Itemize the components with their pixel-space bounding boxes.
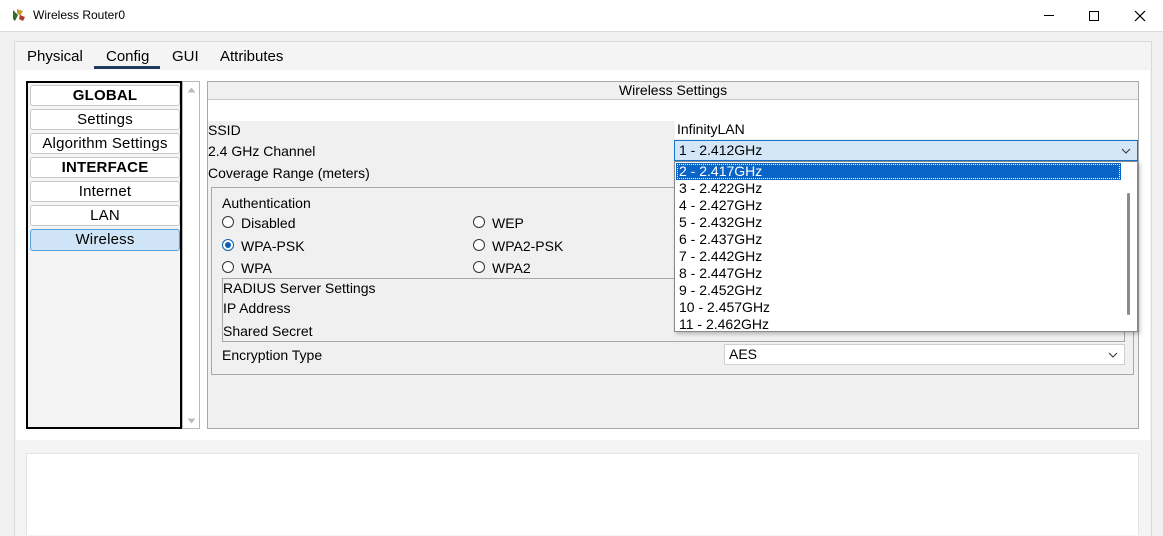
radio-wpa-psk[interactable] [222, 239, 234, 251]
sidebar-header-global[interactable]: GLOBAL [30, 85, 180, 106]
close-icon [1134, 10, 1146, 21]
encryption-type-select[interactable]: AES [724, 344, 1125, 365]
channel-option[interactable]: 7 - 2.442GHz [676, 248, 1121, 265]
sidebar-item-wireless[interactable]: Wireless [30, 229, 180, 251]
ssid-label: SSID [208, 122, 241, 138]
radio-disabled[interactable] [222, 216, 234, 228]
chevron-down-icon [1108, 352, 1118, 358]
tab-physical[interactable]: Physical [27, 47, 83, 69]
channel-label: 2.4 GHz Channel [208, 143, 316, 159]
encryption-selected-value: AES [729, 346, 758, 362]
dropdown-scrollbar-thumb[interactable] [1127, 193, 1130, 315]
channel-option[interactable]: 4 - 2.427GHz [676, 197, 1121, 214]
coverage-label: Coverage Range (meters) [208, 165, 370, 181]
scroll-up-icon[interactable] [187, 87, 196, 93]
radio-wpa2-label[interactable]: WPA2 [492, 260, 531, 276]
radio-wpa2-psk-label[interactable]: WPA2-PSK [492, 238, 563, 254]
tab-attributes[interactable]: Attributes [220, 47, 283, 69]
active-tab-indicator [94, 66, 160, 69]
channel-option[interactable]: 5 - 2.432GHz [676, 214, 1121, 231]
channel-selected-value: 1 - 2.412GHz [679, 142, 763, 158]
shared-secret-label: Shared Secret [223, 323, 313, 339]
radio-wep-label[interactable]: WEP [492, 215, 524, 231]
channel-select[interactable]: 1 - 2.412GHz [674, 140, 1138, 161]
scroll-down-icon[interactable] [187, 418, 196, 424]
maximize-button[interactable] [1071, 0, 1117, 31]
bottom-info-panel [26, 453, 1139, 535]
radio-wpa2-psk[interactable] [473, 239, 485, 251]
sidebar-item-internet[interactable]: Internet [30, 181, 180, 202]
maximize-icon [1089, 10, 1099, 21]
ip-address-label: IP Address [223, 300, 291, 316]
authentication-title: Authentication [222, 195, 311, 211]
window-title: Wireless Router0 [33, 8, 126, 22]
tab-gui[interactable]: GUI [172, 47, 199, 69]
radio-wpa[interactable] [222, 261, 234, 273]
sidebar-header-interface[interactable]: INTERFACE [30, 157, 180, 178]
radio-wep[interactable] [473, 216, 485, 228]
channel-dropdown-list[interactable]: 2 - 2.417GHz 3 - 2.422GHz 4 - 2.427GHz 5… [674, 161, 1138, 332]
chevron-down-icon [1121, 148, 1131, 154]
channel-option[interactable]: 11 - 2.462GHz [676, 316, 1121, 331]
sidebar-item-lan[interactable]: LAN [30, 205, 180, 226]
minimize-button[interactable] [1026, 0, 1072, 31]
channel-option[interactable]: 10 - 2.457GHz [676, 299, 1121, 316]
panel-spacer [208, 100, 1138, 121]
title-bar [0, 0, 1163, 32]
encryption-type-label: Encryption Type [222, 347, 323, 363]
channel-option[interactable]: 8 - 2.447GHz [676, 265, 1121, 282]
sidebar-item-algorithm-settings[interactable]: Algorithm Settings [30, 133, 180, 154]
router-app-icon [11, 7, 27, 23]
sidebar-scrollbar[interactable] [182, 81, 200, 429]
radio-wpa2[interactable] [473, 261, 485, 273]
channel-option[interactable]: 6 - 2.437GHz [676, 231, 1121, 248]
ssid-input[interactable]: InfinityLAN [675, 120, 1138, 139]
minimize-icon [1044, 14, 1054, 16]
radio-wpa-psk-label[interactable]: WPA-PSK [241, 238, 305, 254]
channel-option[interactable]: 3 - 2.422GHz [676, 180, 1121, 197]
radius-title: RADIUS Server Settings [223, 280, 376, 296]
radio-disabled-label[interactable]: Disabled [241, 215, 295, 231]
channel-option[interactable]: 2 - 2.417GHz [676, 163, 1121, 180]
sidebar-item-settings[interactable]: Settings [30, 109, 180, 130]
ssid-value: InfinityLAN [677, 121, 745, 137]
radio-wpa-label[interactable]: WPA [241, 260, 272, 276]
channel-option[interactable]: 9 - 2.452GHz [676, 282, 1121, 299]
wireless-settings-header: Wireless Settings [208, 82, 1138, 100]
close-button[interactable] [1117, 0, 1163, 31]
